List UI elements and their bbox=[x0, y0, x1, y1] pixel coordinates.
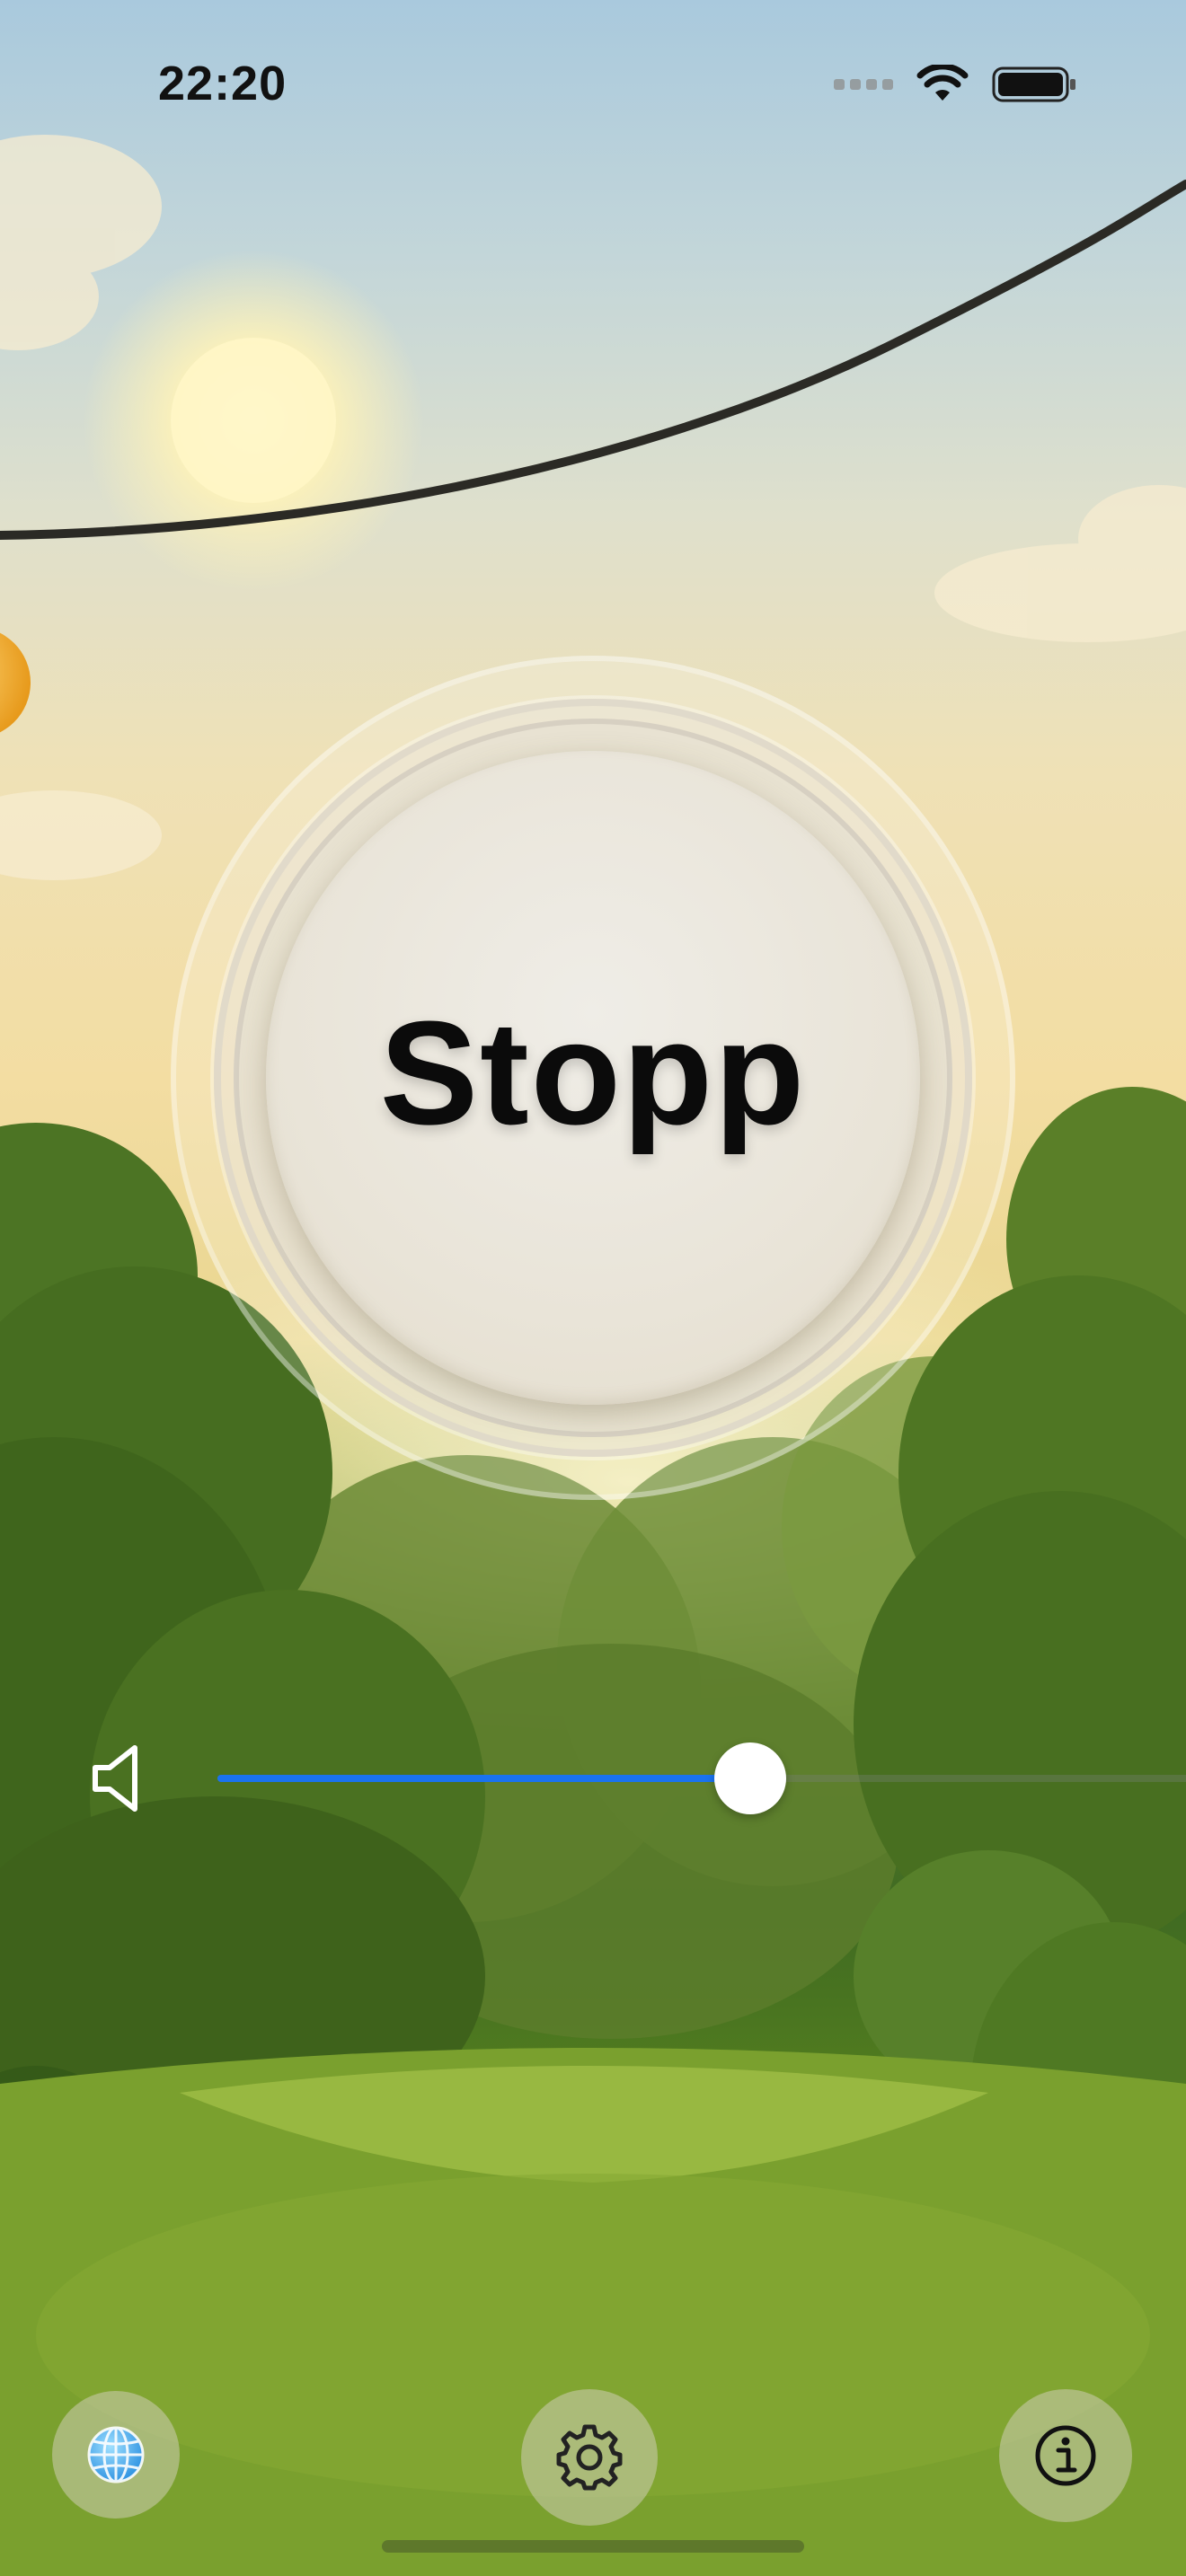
orange-ball bbox=[0, 632, 31, 733]
app-screen: 22:20 Stopp bbox=[0, 0, 1186, 2576]
home-indicator[interactable] bbox=[382, 2540, 804, 2553]
language-button[interactable] bbox=[52, 2391, 180, 2519]
volume-control bbox=[90, 1742, 1186, 1814]
gear-icon bbox=[556, 2424, 623, 2491]
battery-icon bbox=[992, 66, 1075, 102]
volume-slider-thumb[interactable] bbox=[714, 1742, 786, 1814]
status-indicators bbox=[834, 65, 1078, 104]
globe-icon bbox=[87, 2426, 145, 2483]
speaker-icon bbox=[93, 1745, 137, 1812]
volume-slider-fill bbox=[217, 1775, 750, 1782]
cellular-signal-icon bbox=[834, 79, 893, 90]
info-icon bbox=[1035, 2425, 1096, 2486]
info-button[interactable] bbox=[999, 2389, 1132, 2522]
wifi-icon bbox=[916, 65, 969, 101]
status-time: 22:20 bbox=[158, 57, 288, 110]
stop-button-label: Stopp bbox=[379, 991, 807, 1155]
settings-button[interactable] bbox=[521, 2389, 658, 2526]
stop-button[interactable]: Stopp bbox=[266, 751, 920, 1405]
volume-slider[interactable] bbox=[217, 1742, 1186, 1814]
stop-button-container: Stopp bbox=[171, 656, 1015, 1500]
